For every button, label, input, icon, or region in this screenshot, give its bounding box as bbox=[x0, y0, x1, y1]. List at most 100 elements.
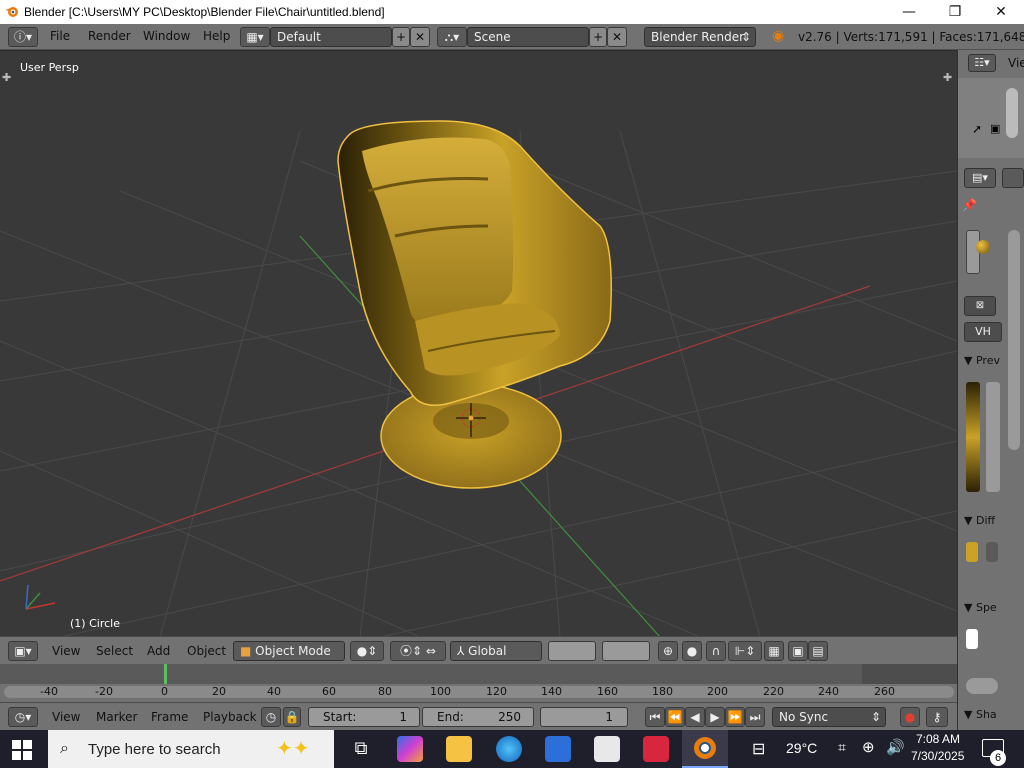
layer-buttons-1[interactable] bbox=[548, 641, 596, 661]
timeline-scrollbar[interactable] bbox=[4, 686, 954, 698]
properties-editor-icon[interactable]: ▤▾ bbox=[964, 168, 996, 188]
weather-icon[interactable]: ⊟ bbox=[752, 739, 765, 759]
jump-start-icon[interactable]: ⏮ bbox=[645, 707, 665, 727]
opengl-animation-icon[interactable]: ▤ bbox=[808, 641, 828, 661]
outliner-editor-icon[interactable]: ☷▾ bbox=[968, 54, 996, 72]
vh-toggle[interactable]: VH bbox=[964, 322, 1002, 342]
remove-layout-icon[interactable]: ✕ bbox=[410, 27, 430, 47]
menu-select[interactable]: Select bbox=[96, 644, 133, 658]
sync-mode-dropdown[interactable]: No Sync ⇕ bbox=[772, 707, 886, 727]
file-explorer-icon[interactable] bbox=[446, 736, 472, 762]
scene-icon[interactable]: ⛬▾ bbox=[437, 27, 467, 47]
network-globe-icon[interactable]: ⊕ bbox=[862, 738, 875, 756]
menu-help[interactable]: Help bbox=[203, 29, 230, 43]
lock-icon[interactable]: 🔒 bbox=[283, 707, 301, 727]
mode-dropdown[interactable]: ■ Object Mode bbox=[233, 641, 345, 661]
menu-window[interactable]: Window bbox=[143, 29, 190, 43]
timeline-editor-clock-icon[interactable]: ◷▾ bbox=[8, 707, 38, 727]
node-toggle-icon[interactable]: ⊠ bbox=[964, 296, 996, 316]
jump-keyframe-back-icon[interactable]: ⏪ bbox=[665, 707, 685, 727]
outliner-scrollbar[interactable] bbox=[1006, 88, 1018, 138]
volume-icon[interactable]: 🔊 bbox=[886, 738, 905, 756]
diffuse-section-header[interactable]: ▼ Diff bbox=[964, 514, 995, 527]
menu-add[interactable]: Add bbox=[147, 644, 170, 658]
remove-scene-icon[interactable]: ✕ bbox=[607, 27, 627, 47]
menu-marker[interactable]: Marker bbox=[96, 710, 137, 724]
meet-now-icon[interactable]: ⌗ bbox=[838, 739, 846, 756]
screen-layout-field[interactable]: Default bbox=[270, 27, 392, 47]
diffuse-color-swatch[interactable] bbox=[966, 542, 978, 562]
temperature-label[interactable]: 29°C bbox=[786, 740, 817, 756]
specular-color-swatch[interactable] bbox=[966, 629, 978, 649]
scene-field[interactable]: Scene bbox=[467, 27, 589, 47]
menu-object[interactable]: Object bbox=[187, 644, 226, 658]
play-reverse-icon[interactable]: ◀ bbox=[685, 707, 705, 727]
start-frame-field[interactable]: Start: 1 bbox=[308, 707, 420, 727]
add-layout-icon[interactable]: + bbox=[392, 27, 410, 47]
menu-file[interactable]: File bbox=[50, 29, 70, 43]
scene-stats: v2.76 | Verts:171,591 | Faces:171,648 | … bbox=[798, 30, 1024, 44]
clock-time[interactable]: 7:08 AM bbox=[916, 732, 960, 746]
end-frame-field[interactable]: End: 250 bbox=[422, 707, 534, 727]
blender-taskbar-button[interactable] bbox=[682, 730, 728, 768]
edge-browser-icon[interactable] bbox=[496, 736, 522, 762]
menu-render[interactable]: Render bbox=[88, 29, 131, 43]
render-engine-dropdown[interactable]: Blender Render ⇕ bbox=[644, 27, 756, 47]
clock-date[interactable]: 7/30/2025 bbox=[911, 749, 964, 763]
microsoft-store-icon[interactable] bbox=[545, 736, 571, 762]
area-split-plus-icon[interactable]: ✚ bbox=[2, 71, 11, 84]
snap-target-icon[interactable]: ▦ bbox=[764, 641, 784, 661]
info-editor-type-icon[interactable]: ⓘ▾ bbox=[8, 27, 38, 47]
add-scene-icon[interactable]: + bbox=[589, 27, 607, 47]
keying-set-icon[interactable]: ⚷ bbox=[926, 707, 948, 727]
current-frame-field[interactable]: 1 bbox=[540, 707, 628, 727]
transform-orientation-dropdown[interactable]: ⅄ Global bbox=[450, 641, 542, 661]
timeline-area[interactable]: -40 -20 0 20 40 60 80 100 120 140 160 18… bbox=[0, 664, 957, 702]
menu-view[interactable]: View bbox=[52, 644, 80, 658]
proportional-edit-icon[interactable]: ● bbox=[682, 641, 702, 661]
outliner-area[interactable]: ➚ ▣ bbox=[958, 78, 1024, 158]
taskbar-search-box[interactable]: ⌕ Type here to search ✦✦ bbox=[48, 730, 334, 768]
diffuse-shader-dropdown[interactable] bbox=[986, 542, 998, 562]
specular-section-header[interactable]: ▼ Spe bbox=[964, 601, 997, 614]
menu-view[interactable]: View bbox=[52, 710, 80, 724]
current-frame-marker[interactable] bbox=[164, 664, 167, 684]
opengl-render-icon[interactable]: ▣ bbox=[788, 641, 808, 661]
snap-magnet-icon[interactable]: ∩ bbox=[706, 641, 726, 661]
view-name-label: User Persp bbox=[20, 61, 79, 74]
cursor-icon: ➚ bbox=[972, 122, 983, 136]
snap-element-icon[interactable]: ⊩⇕ bbox=[728, 641, 762, 661]
editor-type-cube-icon[interactable]: ▣▾ bbox=[8, 641, 38, 661]
windows-start-icon[interactable] bbox=[12, 740, 32, 760]
jump-end-icon[interactable]: ⏭ bbox=[745, 707, 765, 727]
pin-icon[interactable]: 📌 bbox=[962, 198, 977, 212]
preview-range-clock-icon[interactable]: ◷ bbox=[261, 707, 281, 727]
timeline-track[interactable] bbox=[0, 664, 957, 684]
jump-keyframe-forward-icon[interactable]: ⏩ bbox=[725, 707, 745, 727]
preview-type-buttons[interactable] bbox=[986, 382, 1000, 492]
mail-icon[interactable] bbox=[594, 736, 620, 762]
close-button[interactable]: ✕ bbox=[978, 0, 1024, 24]
menu-frame[interactable]: Frame bbox=[151, 710, 188, 724]
record-icon[interactable]: ● bbox=[900, 707, 920, 727]
layer-buttons-2[interactable] bbox=[602, 641, 650, 661]
minimize-button[interactable]: — bbox=[886, 0, 932, 24]
pivot-point-icon[interactable]: ⦿⇕ ⇔ bbox=[390, 641, 446, 661]
copilot-icon[interactable] bbox=[397, 736, 423, 762]
slider-control[interactable] bbox=[966, 678, 998, 694]
app-red-icon[interactable] bbox=[643, 736, 669, 762]
render-tab-icon[interactable] bbox=[1002, 168, 1024, 188]
shading-section-header[interactable]: ▼ Sha bbox=[964, 708, 997, 721]
preview-section-header[interactable]: ▼ Prev bbox=[964, 354, 1000, 367]
timeline-header: ◷▾ View Marker Frame Playback ◷ 🔒 Start:… bbox=[0, 702, 957, 730]
task-view-icon[interactable]: ⧉ bbox=[348, 736, 374, 762]
play-icon[interactable]: ▶ bbox=[705, 707, 725, 727]
toolshelf-toggle-plus-icon[interactable]: ✚ bbox=[943, 71, 952, 84]
viewport-shading-icon[interactable]: ●⇕ bbox=[350, 641, 384, 661]
maximize-button[interactable]: ❐ bbox=[932, 0, 978, 24]
3d-viewport[interactable]: User Persp (1) Circle ✚ ✚ bbox=[0, 50, 957, 636]
lock-layers-icon[interactable]: ⊕ bbox=[658, 641, 678, 661]
screen-layout-grid-icon[interactable]: ▦▾ bbox=[240, 27, 270, 47]
properties-scrollbar[interactable] bbox=[1008, 230, 1020, 450]
menu-playback[interactable]: Playback bbox=[203, 710, 257, 724]
